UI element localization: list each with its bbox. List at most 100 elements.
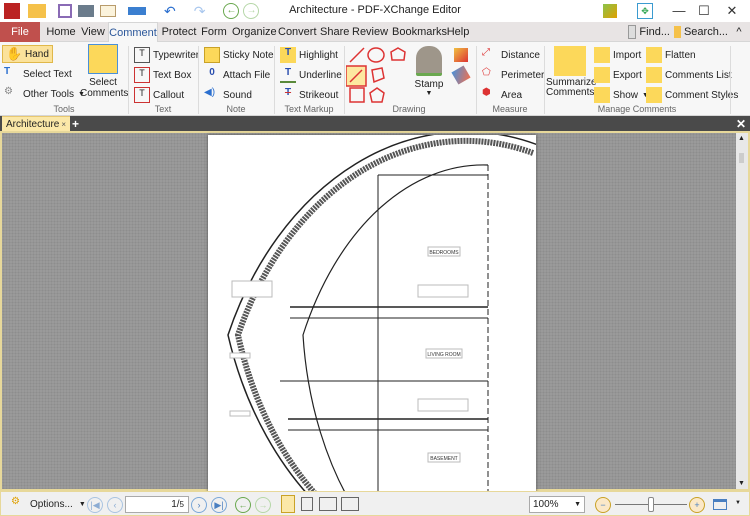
eraser-icon[interactable]: [451, 65, 471, 85]
zoom-select[interactable]: 100% ▼: [529, 496, 585, 513]
tab-protect[interactable]: Protect: [160, 22, 198, 42]
oval-tool-icon[interactable]: [367, 47, 385, 63]
scroll-down-icon[interactable]: ▼: [738, 480, 745, 487]
zoom-out-button[interactable]: −: [595, 497, 611, 513]
area-label: Area: [501, 89, 523, 101]
group-label-drawing: Drawing: [392, 104, 426, 114]
facing-view-icon[interactable]: [319, 497, 337, 511]
previous-page-button[interactable]: ‹: [107, 497, 123, 513]
group-label-text-markup: Text Markup: [284, 104, 334, 114]
tab-comment[interactable]: Comment: [108, 22, 158, 43]
single-page-view-icon[interactable]: [281, 495, 295, 513]
tab-share[interactable]: Share: [320, 22, 349, 42]
underline-icon: T: [280, 67, 296, 83]
page-number-field[interactable]: 1/5: [125, 496, 189, 513]
sound-button[interactable]: ◀) Sound: [204, 87, 252, 103]
summarize-comments-label: Summarize Comments: [546, 77, 597, 98]
pentagon-tool-icon[interactable]: [369, 87, 385, 103]
line-tool-icon[interactable]: [349, 47, 365, 63]
document-tab-label: Architecture: [6, 119, 60, 130]
find-button[interactable]: Find...: [628, 22, 670, 42]
tab-help[interactable]: Help: [446, 22, 470, 42]
scroll-thumb[interactable]: [739, 153, 744, 163]
minimize-button[interactable]: —: [665, 2, 693, 20]
pencil-icon[interactable]: [454, 48, 468, 62]
tab-review[interactable]: Review: [352, 22, 388, 42]
search-button[interactable]: Search...: [674, 22, 728, 42]
new-tab-icon[interactable]: +: [72, 116, 79, 132]
rectangle-tool-icon[interactable]: [349, 87, 365, 103]
stamp-button[interactable]: Stamp ▼: [414, 46, 444, 97]
sticky-note-button[interactable]: Sticky Note: [204, 47, 274, 63]
underline-button[interactable]: T Underline: [280, 67, 342, 83]
last-page-button[interactable]: ▶|: [211, 497, 227, 513]
continuous-facing-view-icon[interactable]: [341, 497, 359, 511]
distance-icon: ⤢: [482, 47, 490, 58]
close-button[interactable]: ✕: [718, 2, 746, 20]
cloud-tool-icon[interactable]: [390, 47, 406, 61]
comment-styles-button[interactable]: Comment Styles: [646, 87, 738, 103]
tab-view[interactable]: View: [78, 22, 108, 42]
maximize-button[interactable]: ☐: [690, 2, 718, 20]
first-page-button[interactable]: |◀: [87, 497, 103, 513]
ui-options-icon[interactable]: [603, 4, 617, 18]
other-tools-button[interactable]: ⚙ Other Tools ▼: [4, 86, 85, 102]
area-button[interactable]: ⬢ Area: [482, 87, 522, 103]
next-view-button[interactable]: →: [255, 497, 271, 513]
zoom-slider-thumb[interactable]: [648, 497, 654, 512]
close-document-icon[interactable]: ✕: [736, 116, 746, 132]
perimeter-button[interactable]: ⬠ Perimeter: [482, 67, 544, 83]
group-label-manage-comments: Manage Comments: [597, 104, 677, 114]
dropdown-arrow-icon[interactable]: ▼: [735, 500, 741, 506]
select-comments-button[interactable]: Select Comments: [80, 44, 128, 99]
select-text-icon: T: [4, 66, 11, 77]
vertical-scrollbar[interactable]: ▲ ▼: [736, 133, 748, 489]
show-button[interactable]: Show▼: [594, 87, 649, 103]
select-text-button[interactable]: T Select Text: [4, 66, 72, 82]
tab-convert[interactable]: Convert: [278, 22, 317, 42]
text-box-button[interactable]: T Text Box: [134, 67, 191, 83]
import-button[interactable]: Import: [594, 47, 641, 63]
distance-button[interactable]: ⤢ Distance: [482, 47, 540, 63]
status-bar: ⚙ Options... ▼ |◀ ‹ 1/5 › ▶| ← → 100% ▼ − +…: [0, 491, 750, 516]
tab-bookmarks[interactable]: Bookmarks: [392, 22, 447, 42]
callout-button[interactable]: T Callout: [134, 87, 184, 103]
flatten-button[interactable]: Flatten: [646, 47, 696, 63]
zoom-in-button[interactable]: +: [689, 497, 705, 513]
export-button[interactable]: Export: [594, 67, 642, 83]
tab-form[interactable]: Form: [200, 22, 228, 42]
inner-curve: [302, 164, 489, 516]
polygon-tool-icon[interactable]: [371, 67, 385, 84]
comments-list-button[interactable]: Comments List: [646, 67, 732, 83]
strikeout-button[interactable]: T Strikeout: [280, 87, 339, 103]
options-gear-icon: ⚙: [11, 496, 20, 507]
comment-styles-label: Comment Styles: [665, 89, 739, 101]
document-viewport[interactable]: BEDROOMS LIVING ROOM BASEMENT ▲ ▼: [0, 130, 750, 516]
typewriter-button[interactable]: T Typewriter: [134, 47, 199, 63]
previous-view-button[interactable]: ←: [235, 497, 251, 513]
tab-home[interactable]: Home: [44, 22, 78, 42]
attach-file-button[interactable]: 0 Attach File: [204, 67, 270, 83]
document-tab[interactable]: Architecture ×: [2, 116, 70, 132]
close-tab-icon[interactable]: ×: [61, 117, 66, 132]
summarize-comments-button[interactable]: Summarize Comments: [546, 46, 597, 98]
hand-tool-button[interactable]: ✋ Hand: [2, 45, 53, 63]
continuous-view-icon[interactable]: [301, 497, 313, 511]
annotation-note: [417, 398, 469, 412]
select-text-label: Select Text: [23, 68, 72, 80]
annotation-note: [229, 410, 251, 417]
tab-organize[interactable]: Organize: [232, 22, 277, 42]
group-label-text: Text: [154, 104, 172, 114]
show-label: Show: [613, 89, 639, 101]
highlight-button[interactable]: T Highlight: [280, 47, 338, 63]
fit-page-icon[interactable]: [713, 499, 727, 510]
next-page-button[interactable]: ›: [191, 497, 207, 513]
select-comments-icon: [88, 44, 118, 74]
scroll-up-icon[interactable]: ▲: [738, 135, 745, 142]
collapse-ribbon-icon[interactable]: ^: [732, 22, 746, 42]
annotation-note: [231, 280, 273, 298]
group-label-measure: Measure: [492, 104, 528, 114]
fullscreen-icon[interactable]: ✥: [637, 3, 653, 19]
options-button[interactable]: ⚙ Options... ▼: [11, 496, 86, 512]
tab-file[interactable]: File: [0, 22, 40, 42]
